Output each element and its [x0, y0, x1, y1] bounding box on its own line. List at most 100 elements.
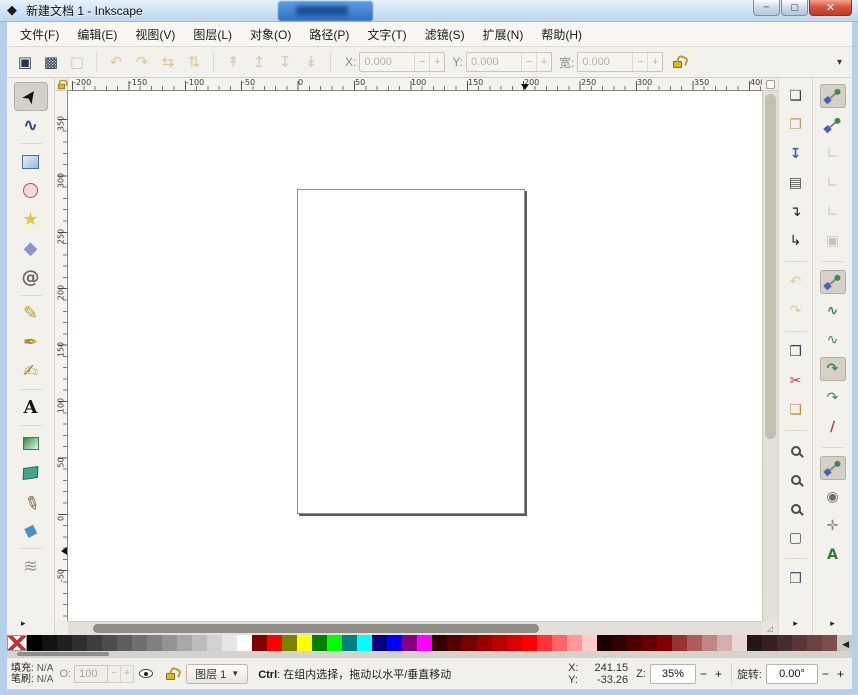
horizontal-scrollbar-thumb[interactable]	[93, 624, 539, 633]
palette-swatch[interactable]	[87, 635, 102, 651]
horizontal-scrollbar[interactable]	[68, 621, 762, 635]
node-tool[interactable]: ∿	[14, 111, 48, 140]
cut-button[interactable]: ✂	[783, 369, 809, 393]
snap-expand-button[interactable]: ▸	[830, 618, 835, 629]
palette-swatch[interactable]	[327, 635, 342, 651]
palette-swatch[interactable]	[297, 635, 312, 651]
palette-swatch[interactable]	[537, 635, 552, 651]
palette-swatch[interactable]	[372, 635, 387, 651]
palette-swatch[interactable]	[777, 635, 792, 651]
palette-swatch[interactable]	[147, 635, 162, 651]
palette-swatch[interactable]	[792, 635, 807, 651]
palette-swatch[interactable]	[42, 635, 57, 651]
opacity-increase-button[interactable]: +	[121, 665, 134, 683]
palette-swatch[interactable]	[702, 635, 717, 651]
zoom-increase-button[interactable]: +	[711, 664, 726, 684]
snap-rotation-centers-button[interactable]: ✛	[820, 514, 846, 538]
snap-bbox-centers-button[interactable]: ▣	[820, 229, 846, 253]
snap-others-button[interactable]	[820, 456, 846, 480]
opacity-input[interactable]: 100	[74, 665, 108, 683]
palette-swatch[interactable]	[357, 635, 372, 651]
palette-swatch[interactable]	[462, 635, 477, 651]
palette-swatch[interactable]	[567, 635, 582, 651]
commands-expand-button[interactable]: ▸	[793, 618, 798, 629]
y-field-increase-button[interactable]: +	[536, 53, 551, 71]
new-document-button[interactable]: ❏	[783, 84, 809, 108]
palette-swatch[interactable]	[732, 635, 747, 651]
toolbar-overflow-button[interactable]: ▾	[833, 53, 846, 72]
palette-swatch[interactable]	[132, 635, 147, 651]
text-tool[interactable]: A	[14, 393, 48, 422]
x-field-increase-button[interactable]: +	[429, 53, 444, 71]
snap-smooth-nodes-button[interactable]: ↷	[820, 386, 846, 410]
star-tool[interactable]: ★	[14, 205, 48, 234]
ruler-corner[interactable]	[55, 78, 68, 91]
menu-item[interactable]: 滤镜(S)	[416, 22, 474, 47]
palette-swatch[interactable]	[747, 635, 762, 651]
palette-swatch[interactable]	[312, 635, 327, 651]
palette-swatch[interactable]	[192, 635, 207, 651]
print-document-button[interactable]: ▤	[783, 171, 809, 195]
palette-swatch[interactable]	[162, 635, 177, 651]
palette-swatch[interactable]	[342, 635, 357, 651]
dropper-tool[interactable]: ✐	[14, 487, 48, 516]
palette-swatch[interactable]	[57, 635, 72, 651]
pencil-tool[interactable]: ✎	[14, 299, 48, 328]
snap-enable-button[interactable]	[820, 84, 846, 108]
save-document-button[interactable]: ↧	[783, 142, 809, 166]
snap-bbox-edges-button[interactable]: ∟	[820, 142, 846, 166]
document-properties-button[interactable]: ▢	[783, 526, 809, 550]
menu-item[interactable]: 路径(P)	[300, 22, 358, 47]
zoom-selection-button[interactable]	[783, 439, 809, 463]
palette-swatch[interactable]	[807, 635, 822, 651]
zoom-input[interactable]: 35%	[650, 664, 696, 684]
palette-swatch[interactable]	[552, 635, 567, 651]
palette-swatch[interactable]	[672, 635, 687, 651]
export-document-button[interactable]: ↳	[783, 229, 809, 253]
selector-tool[interactable]: ➤	[14, 82, 48, 111]
width-field-input[interactable]	[578, 55, 630, 69]
import-document-button[interactable]: ↴	[783, 200, 809, 224]
snap-to-paths-button[interactable]: ∿	[820, 299, 846, 323]
canvas[interactable]	[68, 91, 762, 621]
palette-swatch[interactable]	[657, 635, 672, 651]
connector-tool[interactable]	[14, 458, 48, 487]
vertical-ruler[interactable]: 350300250200150100500-50	[55, 91, 68, 621]
menu-item[interactable]: 帮助(H)	[532, 22, 591, 47]
palette-swatch[interactable]	[207, 635, 222, 651]
palette-swatch[interactable]	[117, 635, 132, 651]
snap-object-centers-button[interactable]: ◉	[820, 485, 846, 509]
duplicate-button[interactable]: ❒	[783, 340, 809, 364]
palette-scrollbar[interactable]	[7, 651, 852, 657]
rotation-input[interactable]: 0.00°	[766, 664, 818, 684]
zoom-drawing-button[interactable]	[783, 468, 809, 492]
snap-cusp-nodes-button[interactable]: ↷	[820, 357, 846, 381]
palette-swatch[interactable]	[177, 635, 192, 651]
paste-button[interactable]: ❏	[783, 398, 809, 422]
gradient-tool[interactable]	[14, 429, 48, 458]
width-field-decrease-button[interactable]: −	[632, 53, 647, 71]
horizontal-ruler[interactable]: -200-150-100-50050100150200250300350400	[68, 78, 762, 91]
palette-swatch[interactable]	[522, 635, 537, 651]
menu-item[interactable]: 图层(L)	[184, 22, 241, 47]
palette-swatch[interactable]	[387, 635, 402, 651]
palette-swatch[interactable]	[492, 635, 507, 651]
palette-swatch[interactable]	[612, 635, 627, 651]
undo-button[interactable]: ↶	[783, 270, 809, 294]
palette-swatch[interactable]	[447, 635, 462, 651]
menu-item[interactable]: 文字(T)	[358, 22, 415, 47]
snap-bounding-box-button[interactable]	[820, 113, 846, 137]
menu-item[interactable]: 文件(F)	[11, 22, 68, 47]
rectangle-tool[interactable]	[14, 147, 48, 176]
rotation-decrease-button[interactable]: −	[818, 664, 833, 684]
palette-swatch[interactable]	[687, 635, 702, 651]
opacity-decrease-button[interactable]: −	[108, 665, 121, 683]
menu-item[interactable]: 扩展(N)	[474, 22, 533, 47]
bezier-tool[interactable]: ✒	[14, 328, 48, 357]
snap-path-intersections-button[interactable]: ∿	[820, 328, 846, 352]
palette-swatch[interactable]	[597, 635, 612, 651]
palette-swatch-none[interactable]	[7, 635, 27, 651]
layers-dialog-button[interactable]: ❒	[783, 567, 809, 591]
palette-swatch[interactable]	[507, 635, 522, 651]
paintbucket-tool[interactable]: ◆	[14, 516, 48, 545]
